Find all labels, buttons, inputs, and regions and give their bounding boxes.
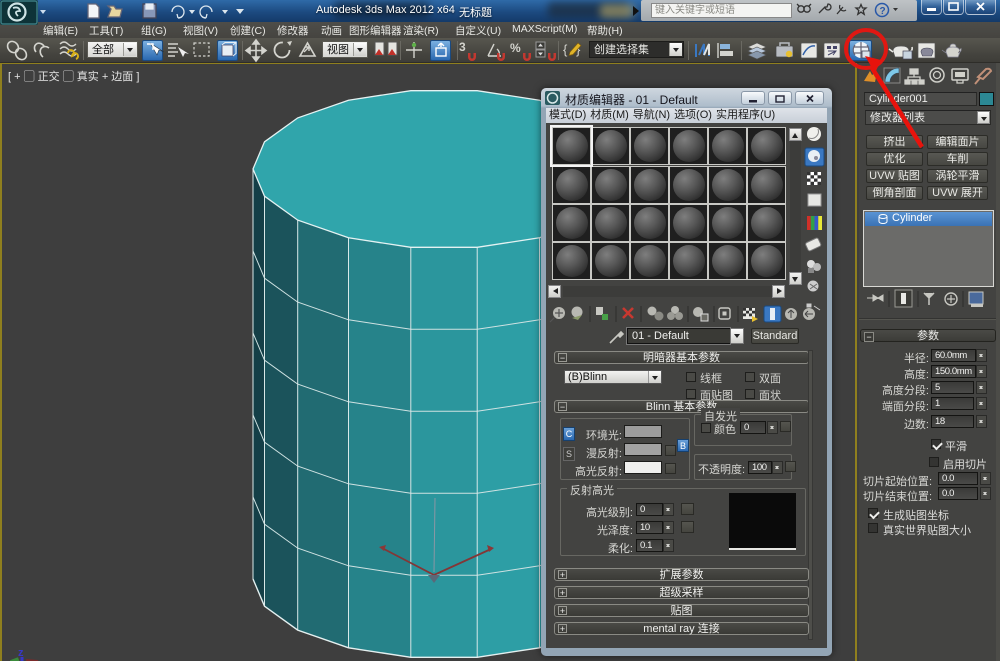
svg-text:{: { — [563, 42, 568, 57]
svg-text:%: % — [510, 41, 521, 55]
svg-text:3: 3 — [459, 40, 466, 54]
svg-text:?: ? — [880, 6, 886, 17]
